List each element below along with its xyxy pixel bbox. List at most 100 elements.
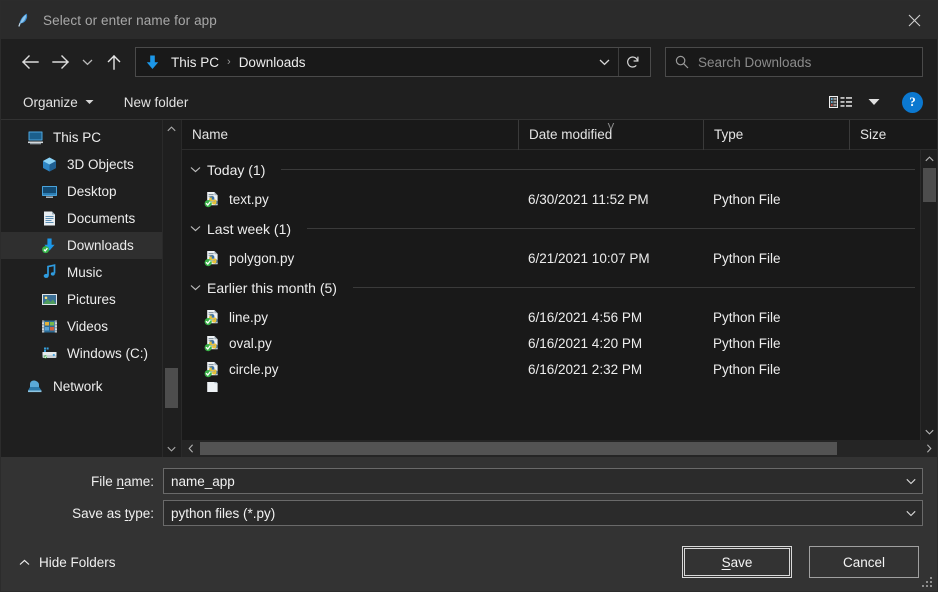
horizontal-scroll-thumb[interactable] (200, 442, 837, 455)
sidebar-item-network[interactable]: Network (1, 373, 179, 400)
chevron-down-icon[interactable] (900, 501, 922, 525)
sidebar-item-label: Downloads (67, 238, 134, 253)
file-list-horizontal-scrollbar[interactable] (182, 440, 937, 457)
resize-grip-icon[interactable] (920, 575, 934, 589)
file-type-cell: Python File (713, 250, 781, 266)
file-group-header[interactable]: Last week (1) (182, 212, 937, 245)
close-icon[interactable] (891, 1, 937, 39)
sidebar-item-label: Music (67, 265, 103, 280)
column-header-type[interactable]: Type (703, 119, 849, 150)
hide-folders-label: Hide Folders (39, 554, 116, 570)
cancel-button[interactable]: Cancel (809, 546, 919, 578)
file-name-cell (182, 382, 518, 392)
sidebar-item-desktop[interactable]: Desktop (1, 178, 179, 205)
new-folder-button[interactable]: New folder (124, 95, 189, 110)
sidebar-item-label: Videos (67, 319, 109, 334)
file-group-label: Today (1) (207, 161, 266, 178)
organize-label: Organize (23, 94, 78, 110)
chevron-down-icon[interactable] (190, 284, 201, 291)
file-type-cell: Python File (713, 309, 781, 325)
python-file-icon (204, 335, 221, 352)
scroll-thumb[interactable] (923, 168, 936, 202)
refresh-button[interactable] (618, 48, 646, 76)
desktop-icon (41, 183, 58, 200)
table-row[interactable]: circle.py 6/16/2021 2:32 PM Python File (182, 356, 937, 382)
file-name-text: line.py (229, 309, 269, 325)
table-row[interactable]: oval.py 6/16/2021 4:20 PM Python File (182, 330, 937, 356)
view-mode-button[interactable] (828, 94, 854, 110)
sidebar-item-3d-objects[interactable]: 3D Objects (1, 151, 179, 178)
file-group-label: Last week (1) (207, 220, 292, 237)
table-row[interactable]: line.py 6/16/2021 4:56 PM Python File (182, 304, 937, 330)
file-date-cell: 6/30/2021 11:52 PM (528, 191, 649, 207)
organize-button[interactable]: Organize (23, 95, 94, 110)
sidebar-item-this-pc[interactable]: This PC (1, 124, 179, 151)
chevron-up-icon (19, 559, 30, 565)
sidebar-item-music[interactable]: Music (1, 259, 179, 286)
chevron-down-icon[interactable] (190, 166, 201, 173)
file-group-header[interactable]: Today (1) (182, 153, 937, 186)
sidebar-item-downloads[interactable]: Downloads (1, 232, 179, 259)
sidebar-item-label: Windows (C:) (67, 346, 149, 361)
sort-indicator: ˅ (607, 118, 615, 134)
chevron-down-icon (82, 59, 92, 66)
arrow-left-icon (21, 55, 39, 69)
column-header-date-modified[interactable]: ˅ Date modified (518, 118, 703, 150)
label-accelerator: S (721, 554, 731, 570)
search-input[interactable]: Search Downloads (665, 47, 923, 77)
monitor-icon (27, 129, 44, 146)
file-date-cell: 6/16/2021 2:32 PM (528, 361, 643, 377)
sidebar-item-documents[interactable]: Documents (1, 205, 179, 232)
refresh-icon (626, 56, 638, 68)
scroll-right-icon[interactable] (920, 440, 937, 457)
picture-icon (41, 291, 58, 308)
sidebar-item-videos[interactable]: Videos (1, 313, 179, 340)
sidebar-item-label: 3D Objects (67, 157, 134, 172)
column-header-size[interactable]: Size (849, 119, 905, 150)
save-button[interactable]: Save (682, 546, 792, 578)
recent-locations-button[interactable] (75, 47, 99, 77)
save-as-type-label: Save as type: (15, 506, 163, 521)
hide-folders-button[interactable]: Hide Folders (19, 555, 116, 570)
scroll-up-icon[interactable] (921, 150, 938, 167)
table-row[interactable]: text.py 6/30/2021 11:52 PM Python File (182, 186, 937, 212)
back-button[interactable] (15, 47, 45, 77)
column-header-name[interactable]: Name (182, 120, 518, 150)
view-mode-dropdown[interactable] (868, 98, 880, 106)
breadcrumb-item-this-pc[interactable]: This PC (168, 55, 222, 70)
video-icon (41, 318, 58, 335)
sidebar-scrollbar[interactable] (162, 120, 179, 457)
search-icon (675, 55, 689, 69)
breadcrumb-dropdown-button[interactable] (590, 48, 618, 76)
sidebar-scroll-up-icon[interactable] (163, 120, 179, 137)
help-button[interactable]: ? (902, 91, 923, 113)
breadcrumb[interactable]: This PC › Downloads (135, 47, 651, 77)
breadcrumb-item-downloads[interactable]: Downloads (236, 55, 309, 70)
file-list-vertical-scrollbar[interactable] (920, 150, 937, 440)
label-part: ave (730, 554, 753, 570)
scroll-down-icon[interactable] (921, 423, 938, 440)
save-as-type-select[interactable]: python files (*.py) (163, 500, 923, 526)
sidebar-item-label: Documents (67, 211, 136, 226)
network-icon (27, 378, 44, 395)
file-name-input[interactable]: name_app (163, 468, 923, 494)
chevron-down-icon[interactable] (190, 225, 201, 232)
file-group-header[interactable]: Earlier this month (5) (182, 271, 937, 304)
file-date-cell: 6/16/2021 4:56 PM (528, 309, 643, 325)
sidebar-item-pictures[interactable]: Pictures (1, 286, 179, 313)
sidebar-scroll-thumb[interactable] (165, 368, 178, 408)
group-divider (281, 169, 915, 170)
up-button[interactable] (99, 47, 129, 77)
scroll-left-icon[interactable] (182, 440, 199, 457)
file-name-text: text.py (229, 191, 269, 207)
chevron-down-icon (599, 59, 609, 66)
table-row[interactable] (182, 382, 937, 392)
arrow-up-icon (107, 54, 121, 70)
sidebar-scroll-down-icon[interactable] (163, 440, 179, 457)
file-name-cell: circle.py (182, 361, 518, 378)
sidebar-item-windows-c[interactable]: Windows (C:) (1, 340, 179, 367)
label-part: ame: (123, 473, 154, 489)
forward-button[interactable] (45, 47, 75, 77)
chevron-down-icon[interactable] (900, 469, 922, 493)
table-row[interactable]: polygon.py 6/21/2021 10:07 PM Python Fil… (182, 245, 937, 271)
